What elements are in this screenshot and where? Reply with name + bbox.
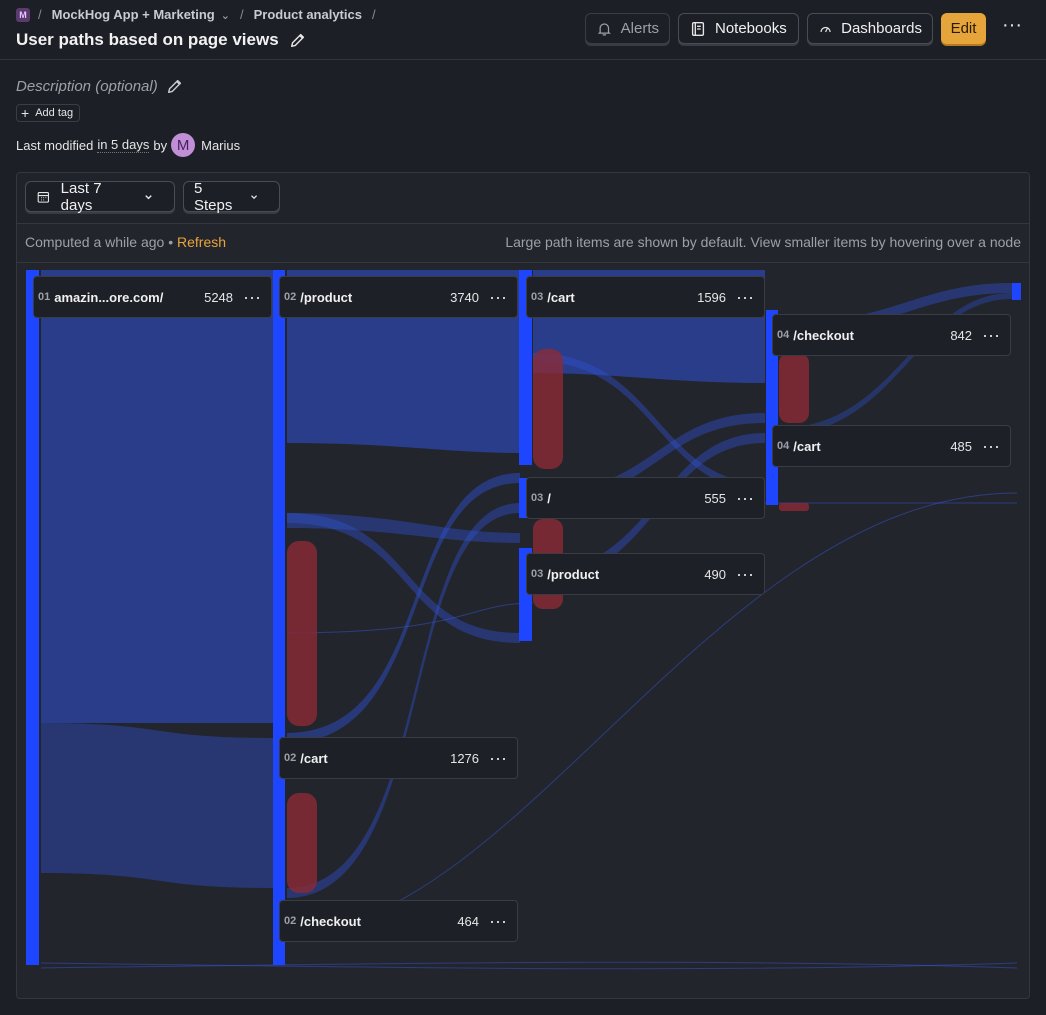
alerts-button[interactable]: Alerts — [585, 13, 670, 44]
more-options-icon[interactable]: ··· — [489, 912, 507, 930]
more-options-icon[interactable]: ··· — [736, 288, 754, 306]
breadcrumb-separator: / — [239, 7, 244, 22]
dropoff-bar — [779, 503, 809, 511]
flow-link — [41, 270, 273, 723]
more-options-icon[interactable]: ··· — [736, 489, 754, 507]
more-options-icon[interactable]: ··· — [489, 288, 507, 306]
node-step: 03 — [531, 568, 544, 580]
path-node[interactable]: 04 /checkout 842 ··· — [772, 314, 1011, 356]
node-count: 3740 — [450, 289, 480, 305]
more-options-icon[interactable]: ··· — [1000, 15, 1024, 38]
node-count: 490 — [704, 566, 727, 582]
node-step: 02 — [284, 915, 297, 927]
path-node[interactable]: 02 /product 3740 ··· — [279, 276, 518, 318]
bell-icon — [597, 22, 611, 35]
breadcrumb-separator: / — [371, 7, 376, 22]
gauge-icon — [820, 26, 831, 32]
path-node[interactable]: 03 / 555 ··· — [526, 477, 765, 519]
breadcrumb-project-label: MockHog App + Marketing — [51, 7, 215, 22]
node-path: /cart — [300, 750, 328, 766]
node-path: /product — [300, 289, 353, 305]
notebooks-button[interactable]: Notebooks — [678, 13, 799, 44]
path-node[interactable]: 02 /checkout 464 ··· — [279, 900, 518, 942]
author-name: Marius — [201, 137, 241, 153]
flow-link — [287, 503, 520, 898]
pencil-icon[interactable] — [166, 77, 184, 95]
node-step: 01 — [38, 291, 51, 303]
path-node[interactable]: 01 amazin...ore.com/ 5248 ··· — [33, 276, 272, 318]
node-path: /cart — [547, 289, 575, 305]
dropoff-bar — [779, 353, 809, 423]
node-step: 04 — [777, 440, 790, 452]
node-path: /cart — [793, 438, 821, 454]
node-count: 1596 — [697, 289, 727, 305]
page-title: User paths based on page views — [16, 30, 307, 50]
description-placeholder: Description (optional) — [16, 77, 158, 95]
plus-icon: + — [21, 105, 30, 121]
node-bar — [26, 270, 39, 965]
last-modified: Last modified in 5 days by M Marius — [16, 133, 240, 157]
node-step: 02 — [284, 752, 297, 764]
flow-link — [41, 723, 273, 888]
breadcrumb: M / MockHog App + Marketing ⌄ / Product a… — [16, 7, 386, 22]
add-tag-button[interactable]: + Add tag — [16, 104, 81, 122]
node-count: 485 — [950, 438, 973, 454]
dropoff-bar — [287, 541, 317, 726]
modified-by: by — [153, 137, 168, 153]
node-bar — [273, 270, 285, 965]
node-count: 464 — [457, 913, 480, 929]
breadcrumb-section[interactable]: Product analytics — [254, 7, 362, 22]
more-options-icon[interactable]: ··· — [982, 326, 1000, 344]
flow-link — [287, 473, 520, 743]
insight-panel: Last 7 days 5 Steps Computed a while ago… — [16, 172, 1030, 999]
node-path: / — [547, 490, 551, 506]
more-options-icon[interactable]: ··· — [243, 288, 261, 306]
top-bar: M / MockHog App + Marketing ⌄ / Product a… — [0, 0, 1046, 60]
modified-prefix: Last modified — [16, 137, 94, 153]
more-options-icon[interactable]: ··· — [489, 749, 507, 767]
more-options-icon[interactable]: ··· — [982, 437, 1000, 455]
node-path: amazin...ore.com/ — [54, 289, 164, 305]
modified-when: in 5 days — [97, 137, 150, 153]
breadcrumb-project[interactable]: MockHog App + Marketing ⌄ — [52, 7, 230, 22]
node-path: /checkout — [300, 913, 361, 929]
pencil-icon[interactable] — [289, 31, 307, 49]
node-step: 03 — [531, 492, 544, 504]
avatar: M — [171, 133, 196, 157]
node-step: 03 — [531, 291, 544, 303]
node-path: /checkout — [793, 327, 854, 343]
more-options-icon[interactable]: ··· — [736, 565, 754, 583]
node-count: 842 — [950, 327, 973, 343]
add-tag-label: Add tag — [35, 107, 74, 119]
chevron-down-icon: ⌄ — [220, 10, 230, 22]
alerts-label: Alerts — [620, 20, 659, 37]
description[interactable]: Description (optional) — [16, 77, 184, 95]
notebook-icon — [691, 21, 705, 36]
path-node[interactable]: 03 /product 490 ··· — [526, 553, 765, 595]
path-node[interactable]: 02 /cart 1276 ··· — [279, 737, 518, 779]
node-count: 555 — [704, 490, 727, 506]
node-count: 1276 — [450, 750, 480, 766]
node-step: 04 — [777, 329, 790, 341]
page-title-text: User paths based on page views — [16, 30, 279, 49]
node-count: 5248 — [204, 289, 234, 305]
node-bar — [1012, 283, 1021, 300]
node-path: /product — [547, 566, 600, 582]
project-badge: M — [16, 7, 30, 22]
dropoff-bar — [287, 793, 317, 893]
edit-button[interactable]: Edit — [941, 13, 986, 44]
path-node[interactable]: 03 /cart 1596 ··· — [526, 276, 765, 318]
notebooks-label: Notebooks — [715, 20, 787, 37]
node-step: 02 — [284, 291, 297, 303]
dashboards-label: Dashboards — [841, 20, 922, 37]
path-node[interactable]: 04 /cart 485 ··· — [772, 425, 1011, 467]
breadcrumb-separator: / — [38, 7, 42, 22]
dropoff-bar — [533, 349, 563, 469]
dashboards-button[interactable]: Dashboards — [807, 13, 933, 44]
